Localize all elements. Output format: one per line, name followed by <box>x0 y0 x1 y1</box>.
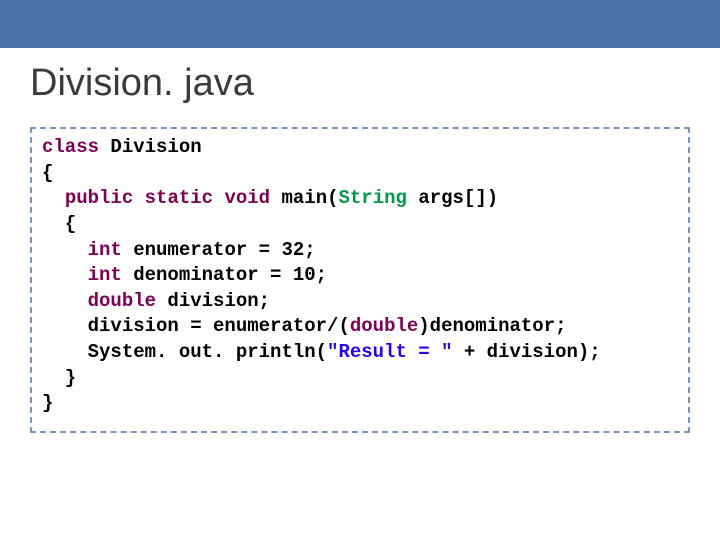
keyword-static: static <box>145 187 213 209</box>
code-block: class Division { public static void main… <box>30 127 690 433</box>
code-text: } <box>42 392 53 414</box>
code-content: class Division { public static void main… <box>42 135 678 417</box>
code-text: } <box>42 367 76 389</box>
code-text: Division <box>99 136 202 158</box>
code-text: enumerator = 32; <box>122 239 316 261</box>
header-bar <box>0 0 720 48</box>
keyword-int: int <box>88 264 122 286</box>
code-text: division = enumerator/( <box>42 315 350 337</box>
code-text: { <box>42 162 53 184</box>
code-indent <box>42 264 88 286</box>
code-text <box>270 187 281 209</box>
keyword-class: class <box>42 136 99 158</box>
code-text: division; <box>156 290 270 312</box>
keyword-public: public <box>65 187 133 209</box>
keyword-int: int <box>88 239 122 261</box>
method-name: main <box>281 187 327 209</box>
keyword-double: double <box>350 315 418 337</box>
keyword-double: double <box>88 290 156 312</box>
keyword-void: void <box>224 187 270 209</box>
code-text: { <box>42 213 76 235</box>
code-text <box>213 187 224 209</box>
code-text <box>133 187 144 209</box>
code-indent <box>42 290 88 312</box>
code-text: ( <box>327 187 338 209</box>
slide-title: Division. java <box>0 48 720 117</box>
code-indent <box>42 239 88 261</box>
type-string: String <box>339 187 407 209</box>
code-indent <box>42 187 65 209</box>
code-text: )denominator; <box>418 315 566 337</box>
code-text: System. out. println( <box>42 341 327 363</box>
code-text: + division); <box>452 341 600 363</box>
string-literal: "Result = " <box>327 341 452 363</box>
code-text: denominator = 10; <box>122 264 327 286</box>
code-text: args[]) <box>407 187 498 209</box>
